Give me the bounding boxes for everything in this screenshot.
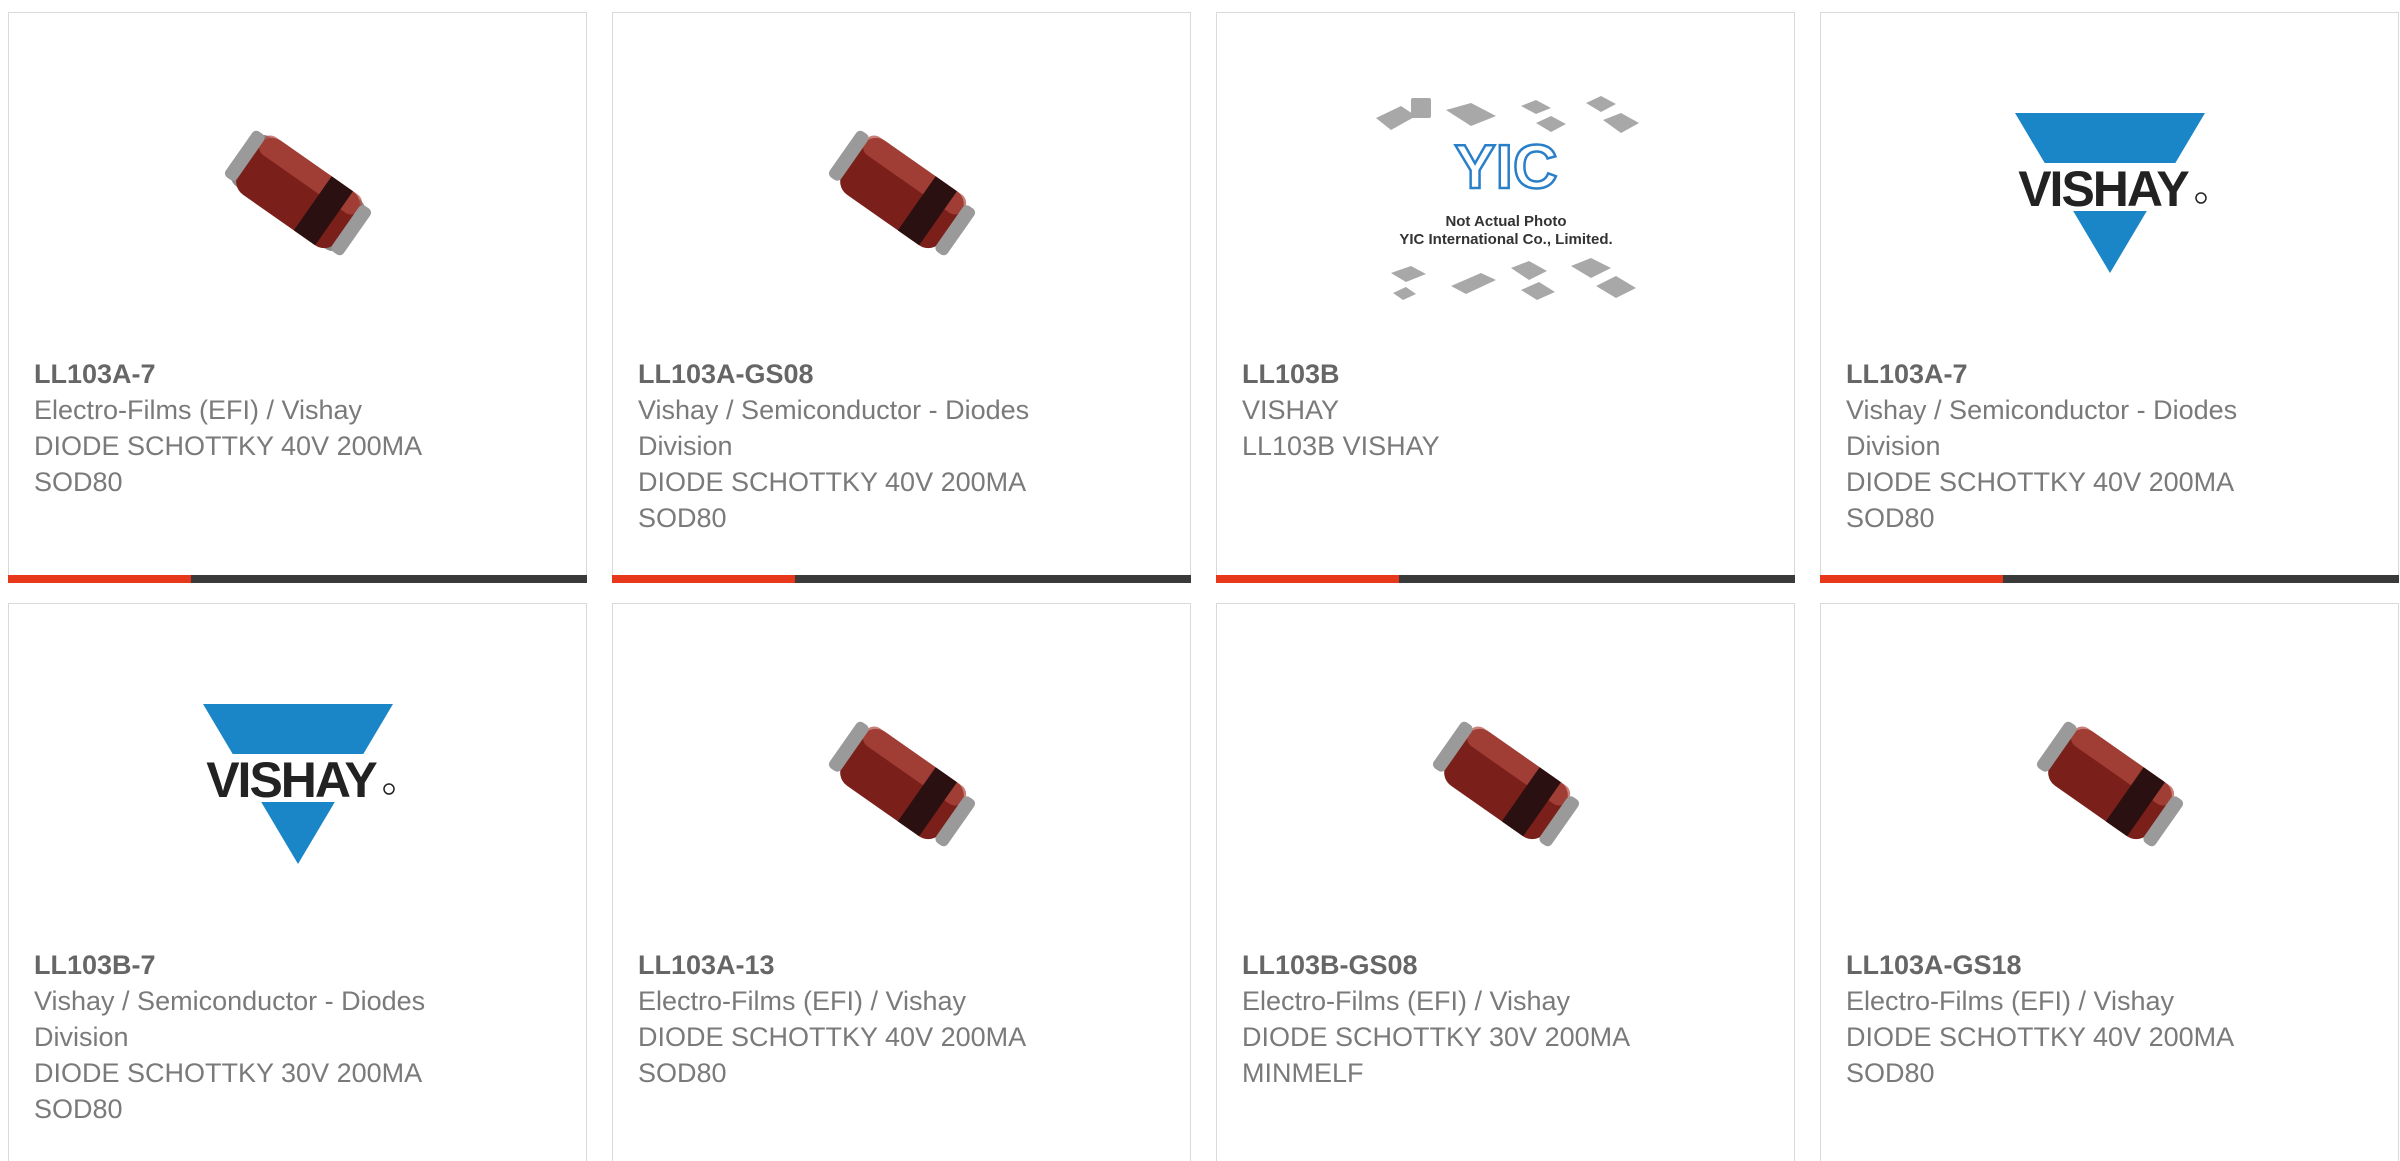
- part-number[interactable]: LL103A-GS08: [638, 356, 1130, 392]
- product-card[interactable]: VISHAY LL103B-7 Vishay / Semiconductor -…: [8, 603, 587, 1161]
- product-card[interactable]: VISHAY LL103A-7 Vishay / Semiconductor -…: [1820, 12, 2399, 583]
- product-image[interactable]: [613, 664, 1190, 904]
- part-number[interactable]: LL103B: [1242, 356, 1734, 392]
- description: DIODE SCHOTTKY 40V 200MA: [638, 467, 1027, 497]
- product-image[interactable]: [1821, 664, 2398, 904]
- description: DIODE SCHOTTKY 40V 200MA: [1846, 467, 2235, 497]
- part-number[interactable]: LL103A-13: [638, 947, 1130, 983]
- product-card[interactable]: LL103A-GS08 Vishay / Semiconductor - Dio…: [612, 12, 1191, 583]
- diode-photo-icon: [828, 130, 975, 256]
- product-card[interactable]: LL103A-7 Electro-Films (EFI) / Vishay DI…: [8, 12, 587, 583]
- manufacturer: Electro-Films (EFI) / Vishay: [1242, 986, 1571, 1016]
- manufacturer-cont: Division: [34, 1022, 129, 1052]
- description: DIODE SCHOTTKY 40V 200MA: [34, 431, 423, 461]
- part-number[interactable]: LL103B-GS08: [1242, 947, 1734, 983]
- manufacturer-cont: Division: [1846, 431, 1941, 461]
- product-image[interactable]: VISHAY: [1821, 93, 2398, 293]
- vishay-logo-icon: VISHAY: [192, 704, 403, 864]
- part-number[interactable]: LL103B-7: [34, 947, 526, 983]
- product-info: LL103B-GS08 Electro-Films (EFI) / Vishay…: [1242, 947, 1734, 1091]
- diode-photo-icon: [2036, 721, 2183, 847]
- manufacturer: Vishay / Semiconductor - Diodes: [1846, 395, 2238, 425]
- description: DIODE SCHOTTKY 40V 200MA: [1846, 1022, 2235, 1052]
- yic-placeholder-icon: YIC Not Actual Photo YIC International C…: [1375, 96, 1639, 300]
- vishay-text: VISHAY: [2018, 161, 2189, 217]
- package: SOD80: [1846, 503, 1935, 533]
- product-card[interactable]: LL103A-GS18 Electro-Films (EFI) / Vishay…: [1820, 603, 2399, 1161]
- description: DIODE SCHOTTKY 40V 200MA: [638, 1022, 1027, 1052]
- product-info: LL103B VISHAY LL103B VISHAY: [1242, 356, 1734, 464]
- card-bottom-bar: [8, 575, 587, 583]
- package: SOD80: [1846, 1058, 1935, 1088]
- card-accent: [1216, 575, 1399, 583]
- description: DIODE SCHOTTKY 30V 200MA: [1242, 1022, 1631, 1052]
- vishay-logo-icon: VISHAY: [2004, 113, 2215, 273]
- yic-logo-text: YIC: [1454, 133, 1557, 202]
- manufacturer: Vishay / Semiconductor - Diodes: [34, 986, 426, 1016]
- package: SOD80: [638, 503, 727, 533]
- product-image[interactable]: [613, 73, 1190, 313]
- manufacturer: VISHAY: [1242, 395, 1340, 425]
- card-bottom-bar: [1216, 575, 1795, 583]
- card-bottom-bar: [1820, 575, 2399, 583]
- placeholder-line1: Not Actual Photo: [1445, 213, 1566, 230]
- part-number[interactable]: LL103A-7: [1846, 356, 2338, 392]
- manufacturer: Electro-Films (EFI) / Vishay: [34, 395, 363, 425]
- product-info: LL103B-7 Vishay / Semiconductor - Diodes…: [34, 947, 526, 1127]
- manufacturer: Electro-Films (EFI) / Vishay: [638, 986, 967, 1016]
- product-card[interactable]: YIC Not Actual Photo YIC International C…: [1216, 12, 1795, 583]
- card-accent: [1820, 575, 2003, 583]
- product-card[interactable]: LL103A-13 Electro-Films (EFI) / Vishay D…: [612, 603, 1191, 1161]
- part-number[interactable]: LL103A-GS18: [1846, 947, 2338, 983]
- package: SOD80: [638, 1058, 727, 1088]
- part-number[interactable]: LL103A-7: [34, 356, 526, 392]
- product-info: LL103A-GS08 Vishay / Semiconductor - Dio…: [638, 356, 1130, 536]
- manufacturer-cont: Division: [638, 431, 733, 461]
- card-bottom-bar: [612, 575, 1191, 583]
- package: SOD80: [34, 1094, 123, 1124]
- card-accent: [612, 575, 795, 583]
- product-info: LL103A-7 Electro-Films (EFI) / Vishay DI…: [34, 356, 526, 500]
- product-info: LL103A-13 Electro-Films (EFI) / Vishay D…: [638, 947, 1130, 1091]
- product-image[interactable]: [9, 73, 586, 313]
- diode-photo-icon: [1432, 721, 1579, 847]
- diode-photo-icon: [828, 721, 975, 847]
- diode-photo-icon: [224, 130, 371, 256]
- product-info: LL103A-7 Vishay / Semiconductor - Diodes…: [1846, 356, 2338, 536]
- package: SOD80: [34, 467, 123, 497]
- product-image[interactable]: YIC Not Actual Photo YIC International C…: [1217, 73, 1794, 313]
- description: DIODE SCHOTTKY 30V 200MA: [34, 1058, 423, 1088]
- product-image[interactable]: [1217, 664, 1794, 904]
- vishay-text: VISHAY: [206, 752, 377, 808]
- product-card[interactable]: LL103B-GS08 Electro-Films (EFI) / Vishay…: [1216, 603, 1795, 1161]
- manufacturer: Vishay / Semiconductor - Diodes: [638, 395, 1030, 425]
- product-info: LL103A-GS18 Electro-Films (EFI) / Vishay…: [1846, 947, 2338, 1091]
- product-image[interactable]: VISHAY: [9, 684, 586, 884]
- manufacturer: Electro-Films (EFI) / Vishay: [1846, 986, 2175, 1016]
- placeholder-line2: YIC International Co., Limited.: [1399, 231, 1612, 248]
- package: MINMELF: [1242, 1058, 1364, 1088]
- card-accent: [8, 575, 191, 583]
- description: LL103B VISHAY: [1242, 431, 1440, 461]
